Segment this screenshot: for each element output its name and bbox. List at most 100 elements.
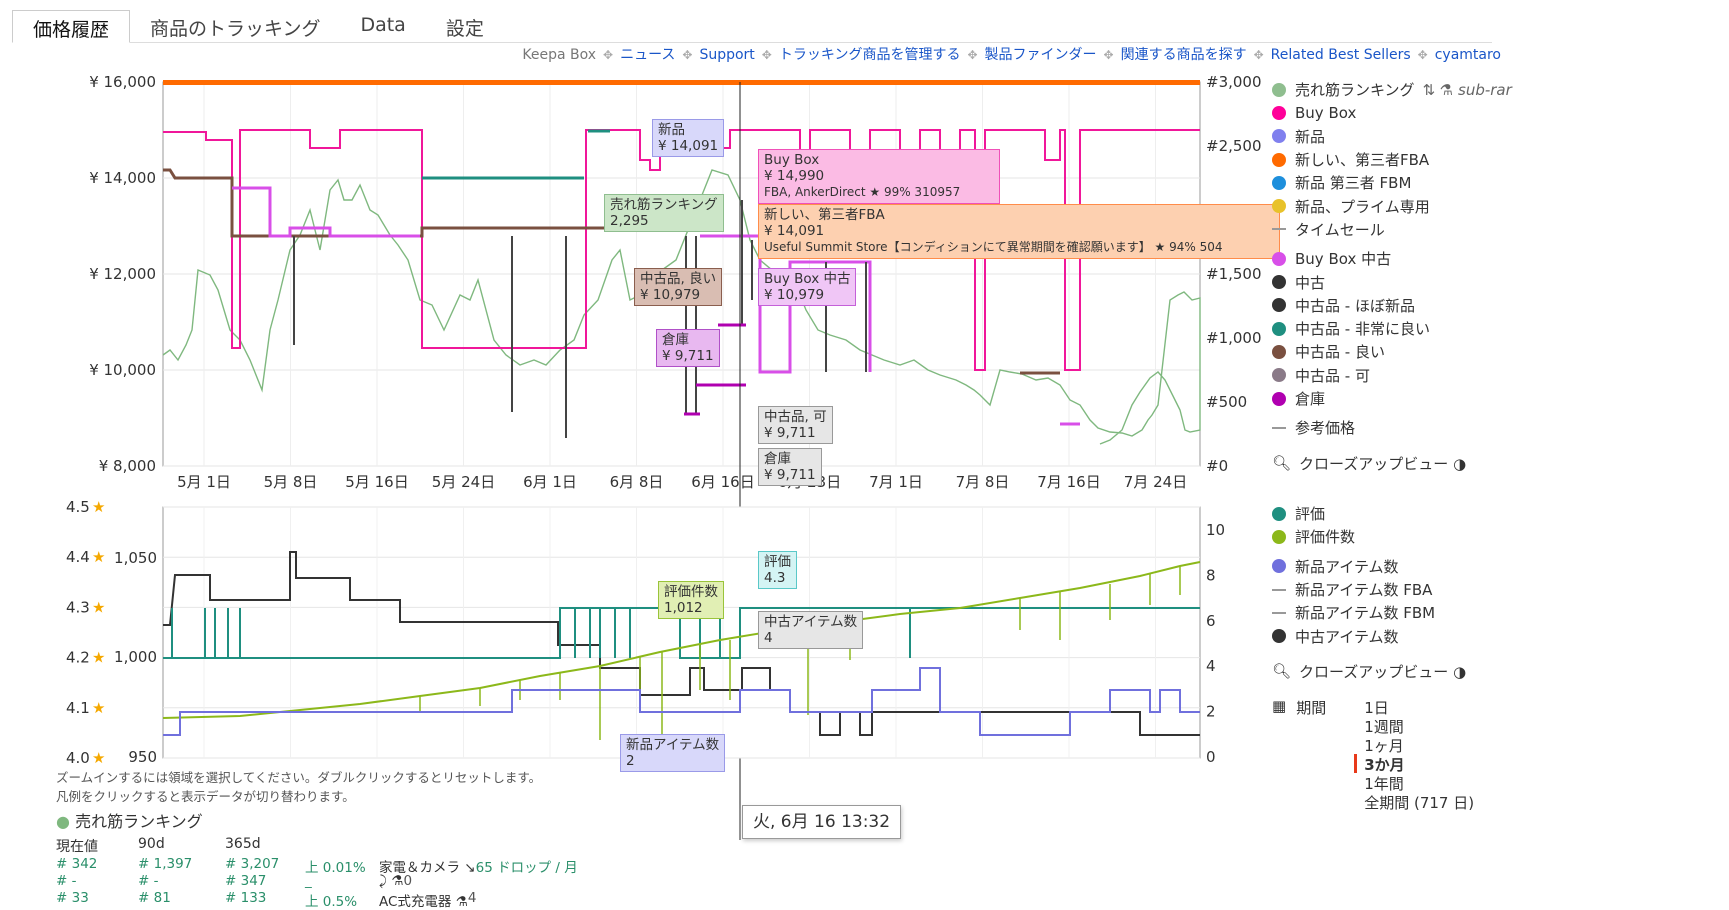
period-selector: ▦ 期間 1日 1週間 1ヶ月 3か月 1年間 全期間 (717 日)	[1272, 697, 1474, 812]
rank-subcategory-toggle[interactable]: ⇅ ⚗ sub-rar	[1423, 81, 1512, 99]
tooltip-rating-value: 4.3	[764, 570, 786, 587]
star-icon: ★	[92, 498, 105, 516]
tooltip-new: 新品 ¥ 14,091	[652, 119, 725, 158]
stats-category[interactable]: AC式充電器 ⚗	[379, 890, 468, 910]
price-x-tick: 6月 8日	[610, 473, 664, 491]
tooltip-acc-value: ¥ 9,711	[764, 425, 816, 442]
stats-cell: 上 0.5%	[305, 894, 358, 910]
stats-chart-plot[interactable]	[162, 506, 1201, 759]
tooltip-rating: 評価 4.3	[758, 551, 797, 590]
star-icon: ★	[92, 649, 105, 667]
closeup-view-toggle[interactable]: 🔍︎ クローズアップビュー ◑	[1272, 451, 1512, 474]
legend-item[interactable]: Buy Box 中古	[1272, 247, 1512, 270]
legend-item[interactable]: 新品アイテム数	[1272, 555, 1466, 578]
rating-y-tick: 4.4	[66, 548, 90, 566]
legend-item[interactable]: 参考価格	[1272, 416, 1512, 439]
legend-item[interactable]: 新品 第三者 FBM	[1272, 171, 1512, 194]
count-y-tick: 4	[1206, 657, 1216, 675]
search-icon: 🔍︎	[1272, 454, 1292, 473]
legend-item[interactable]: 倉庫	[1272, 387, 1512, 410]
rating-y-tick: 4.5	[66, 498, 90, 516]
stats-header: 365d	[225, 836, 261, 852]
legend-label: Buy Box	[1295, 103, 1357, 122]
stats-cell: # 347	[225, 873, 267, 889]
period-option[interactable]: 1日	[1364, 697, 1474, 717]
legend-label: 新品 第三者 FBM	[1295, 174, 1412, 193]
rank-y-tick: #500	[1206, 393, 1247, 411]
star-icon: ★	[92, 598, 105, 616]
tooltip-wh-value: ¥ 9,711	[662, 348, 714, 365]
legend-marker-icon	[1272, 426, 1286, 429]
period-option[interactable]: 1年間	[1364, 773, 1474, 793]
legend-marker-icon	[1272, 321, 1286, 336]
tooltip-wh2-value: ¥ 9,711	[764, 467, 816, 484]
count-y-tick: 0	[1206, 748, 1216, 766]
period-option[interactable]: 全期間 (717 日)	[1364, 792, 1474, 812]
legend-marker-icon	[1272, 251, 1286, 266]
legend-label: 中古アイテム数	[1295, 627, 1399, 646]
price-y-tick: ¥ 8,000	[99, 457, 156, 475]
tooltip-warehouse-2: 倉庫 ¥ 9,711	[758, 448, 822, 487]
stats-cell: # 33	[56, 890, 89, 906]
legend-item[interactable]: 売れ筋ランキング ⇅ ⚗ sub-rar	[1272, 78, 1512, 101]
fba-top-band	[163, 80, 1200, 85]
legend-item[interactable]: 中古品 - 良い	[1272, 340, 1512, 363]
period-option[interactable]: 3か月	[1354, 754, 1474, 774]
count-y-tick: 2	[1206, 703, 1216, 721]
stats-header: 90d	[138, 836, 165, 852]
tooltip-newitems-title: 新品アイテム数	[626, 737, 720, 753]
price-x-tick: 5月 1日	[177, 473, 231, 491]
legend-item[interactable]: 評価件数	[1272, 525, 1466, 548]
legend-item[interactable]: 中古品 - ほぼ新品	[1272, 294, 1512, 317]
closeup-view-toggle[interactable]: 🔍︎ クローズアップビュー ◑	[1272, 660, 1466, 683]
period-option[interactable]: 1週間	[1364, 716, 1474, 736]
price-x-tick: 7月 8日	[956, 473, 1010, 491]
legend-item[interactable]: Buy Box	[1272, 101, 1512, 124]
legend-item[interactable]: 新品アイテム数 FBM	[1272, 601, 1466, 624]
tooltip-warehouse: 倉庫 ¥ 9,711	[656, 329, 720, 368]
stats-cell: _	[305, 873, 312, 889]
legend-item[interactable]: 新品アイテム数 FBA	[1272, 578, 1466, 601]
legend-item[interactable]: 評価	[1272, 502, 1466, 525]
stats-category[interactable]: ⤸ ⚗	[379, 873, 404, 890]
legend-item[interactable]: 中古	[1272, 270, 1512, 293]
legend-item[interactable]: タイムセール	[1272, 218, 1512, 241]
legend-label: 新品、プライム専用	[1295, 197, 1430, 216]
period-option[interactable]: 1ヶ月	[1364, 735, 1474, 755]
rating-y-tick: 4.3	[66, 598, 90, 616]
tooltip-rating-title: 評価	[764, 554, 791, 570]
count-y-tick: 8	[1206, 566, 1216, 584]
legend-marker-icon	[1272, 529, 1286, 544]
tooltip-used-value: 4	[764, 630, 773, 647]
price-x-tick: 6月 1日	[523, 473, 577, 491]
legend-item[interactable]: 新しい、第三者FBA	[1272, 148, 1512, 171]
legend-item[interactable]: 中古品 - 非常に良い	[1272, 317, 1512, 340]
legend-item[interactable]: 新品	[1272, 125, 1512, 148]
price-x-tick: 5月 24日	[432, 473, 495, 491]
review-count-y-tick: 950	[128, 748, 157, 766]
star-icon: ★	[92, 699, 105, 717]
price-x-tick: 5月 8日	[264, 473, 318, 491]
legend-marker-icon	[1272, 298, 1286, 313]
price-x-tick: 7月 16日	[1037, 473, 1100, 491]
star-icon: ★	[92, 548, 105, 566]
tooltip-new-items: 新品アイテム数 2	[620, 734, 726, 773]
tooltip-bbused-value: ¥ 10,979	[764, 287, 825, 304]
price-x-tick: 6月 16日	[691, 473, 754, 491]
legend-marker-icon	[1272, 199, 1286, 214]
price-y-tick: ¥ 10,000	[89, 361, 156, 379]
legend-item[interactable]: 中古品 - 可	[1272, 364, 1512, 387]
stats-extra: 65 ドロップ / 月	[475, 860, 578, 876]
stats-cell: # 133	[225, 890, 267, 906]
legend-marker-icon	[1272, 629, 1286, 644]
period-label: 期間	[1296, 699, 1327, 717]
legend-item[interactable]: 中古アイテム数	[1272, 624, 1466, 647]
sales-rank-stats: ● 売れ筋ランキング 現在値 90d 365d # 342 # 1,397 # 3,207 上…	[56, 812, 578, 910]
legend-label: 新しい、第三者FBA	[1295, 151, 1430, 170]
stats-category[interactable]: 家電＆カメラ ↘	[379, 856, 476, 876]
tooltip-buybox-value: ¥ 14,990	[764, 168, 825, 185]
price-y-tick: ¥ 16,000	[89, 73, 156, 91]
rating-y-tick: 4.1	[66, 699, 90, 717]
legend-item[interactable]: 新品、プライム専用	[1272, 194, 1512, 217]
tooltip-count-value: 1,012	[664, 600, 703, 617]
